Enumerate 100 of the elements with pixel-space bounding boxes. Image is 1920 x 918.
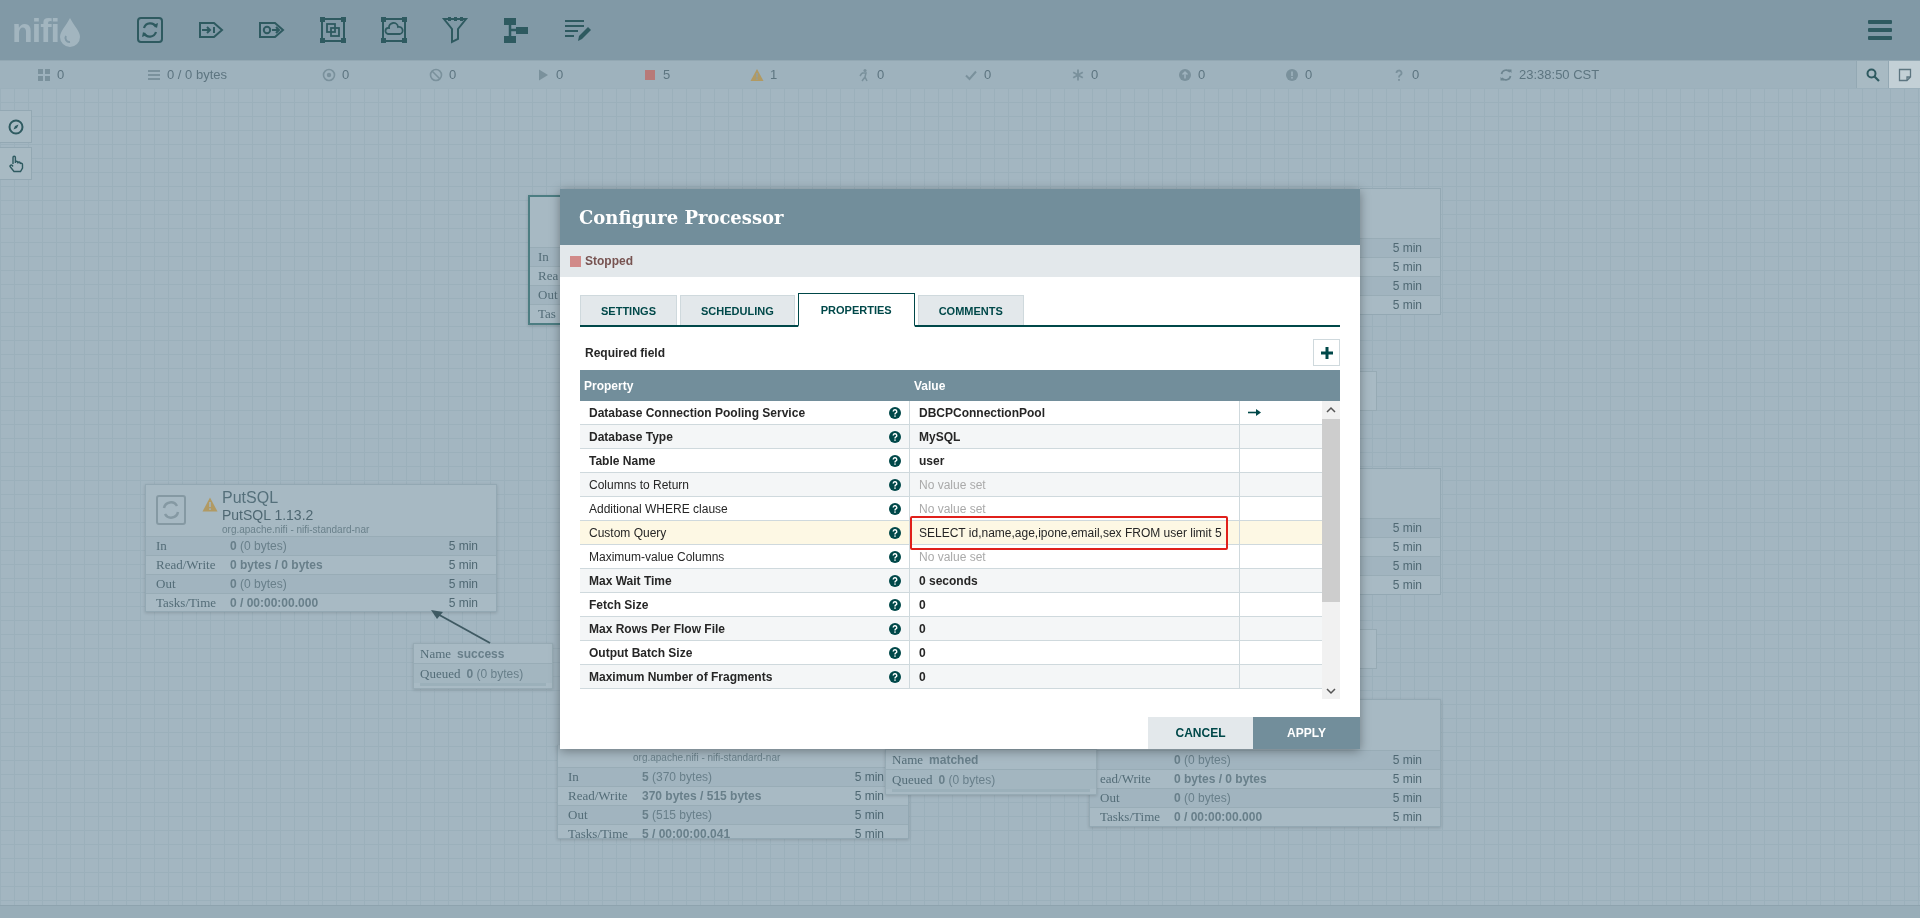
hand-pointer-icon (7, 154, 24, 173)
exclamation-circle-icon (1285, 67, 1299, 82)
stat-value: 5 (370 bytes) (642, 770, 714, 784)
property-value[interactable]: DBCPConnectionPool (919, 405, 1045, 420)
stat-window: 5 min (1392, 241, 1422, 255)
property-name: Maximum Number of Fragments (589, 669, 773, 684)
stat-label: Tas (538, 306, 557, 322)
remote-group-icon (379, 15, 409, 45)
help-icon[interactable] (889, 670, 901, 683)
chevron-down-icon[interactable] (1326, 687, 1336, 695)
queue-count: 0 (0 bytes) (938, 772, 996, 787)
status-count: 0 (449, 67, 457, 82)
operate-button[interactable] (0, 147, 32, 180)
help-icon[interactable] (889, 598, 901, 611)
property-value[interactable]: SELECT id,name,age,ipone,email,sex FROM user limit 5 (919, 525, 1222, 540)
stat-window: 5 min (1392, 772, 1422, 786)
stat-label: ead/Write (1100, 771, 1152, 787)
stat-value: 0 (0 bytes) (230, 577, 288, 591)
help-icon[interactable] (889, 526, 901, 539)
column-header: Property (583, 378, 635, 393)
table-row[interactable]: Columns to Return No value set (580, 473, 1322, 497)
help-icon[interactable] (889, 502, 901, 515)
help-icon[interactable] (889, 622, 901, 635)
stat-value: 370 bytes / 515 bytes (642, 789, 763, 803)
table-row[interactable]: Maximum Number of Fragments 0 (580, 665, 1322, 689)
connection-arrow[interactable] (431, 610, 491, 644)
table-row[interactable]: Fetch Size 0 (580, 593, 1322, 617)
table-row[interactable]: Max Rows Per Flow File 0 (580, 617, 1322, 641)
connection-name: success (457, 646, 505, 661)
help-icon[interactable] (889, 574, 901, 587)
property-value[interactable]: MySQL (919, 429, 961, 444)
property-value[interactable]: 0 (919, 669, 926, 684)
property-value[interactable]: 0 (919, 621, 926, 636)
status-count: 0 (1412, 67, 1420, 82)
table-row[interactable]: Table Name user (580, 449, 1322, 473)
compass-icon (7, 118, 24, 135)
queue-count: 0 (0 bytes) (466, 666, 524, 681)
warning-icon (750, 67, 764, 82)
arrow-icon[interactable] (1248, 409, 1261, 416)
stat-label: Out (568, 807, 589, 823)
help-icon[interactable] (889, 478, 901, 491)
status-count: 0 (1198, 67, 1206, 82)
stat-window: 5 min (854, 770, 884, 784)
property-name: Additional WHERE clause (589, 501, 728, 516)
add-property-button[interactable] (1313, 339, 1340, 366)
stat-label: Out (156, 576, 177, 592)
search-button[interactable] (1856, 60, 1888, 89)
property-value[interactable]: user (919, 453, 945, 468)
stat-window: 5 min (448, 577, 478, 591)
property-name: Columns to Return (589, 477, 690, 492)
stat-label: Tasks/Time (156, 595, 217, 611)
processor-icon (156, 495, 186, 525)
bulletin-button[interactable] (1888, 60, 1920, 89)
stat-label: Tasks/Time (1100, 809, 1161, 825)
last-refreshed-time: 23:38:50 CST (1519, 67, 1600, 82)
stat-value: 0 / 00:00:00.000 (1174, 810, 1264, 824)
help-icon[interactable] (889, 454, 901, 467)
property-name: Output Batch Size (589, 645, 693, 660)
play-icon (536, 67, 550, 82)
tab[interactable]: PROPERTIES (797, 293, 915, 327)
tab[interactable]: SCHEDULING (680, 295, 795, 325)
stat-value: 0 (0 bytes) (1174, 753, 1232, 767)
stat-window: 5 min (1392, 810, 1422, 824)
help-icon[interactable] (889, 646, 901, 659)
table-row[interactable]: Database Connection Pooling Service DBCPConnectionPool (580, 401, 1322, 425)
help-icon[interactable] (889, 406, 901, 419)
drop-icon (59, 17, 81, 47)
target-icon (322, 67, 336, 82)
stat-label: Out (538, 287, 559, 303)
scrollbar[interactable] (1322, 401, 1340, 699)
table-row[interactable]: Custom Query SELECT id,name,age,ipone,email,sex FROM user limit 5 (580, 521, 1322, 545)
property-value[interactable]: 0 (919, 597, 926, 612)
stat-window: 5 min (448, 596, 478, 610)
navigate-button[interactable] (0, 110, 32, 143)
template-icon (501, 15, 531, 45)
table-row[interactable]: Additional WHERE clause No value set (580, 497, 1322, 521)
property-value[interactable]: 0 (919, 645, 926, 660)
required-field-note: Required field (584, 345, 665, 360)
stat-value: 5 (515 bytes) (642, 808, 714, 822)
status-count: 1 (770, 67, 778, 82)
field-label: Queued (420, 665, 461, 682)
tab[interactable]: SETTINGS (580, 295, 677, 325)
table-row[interactable]: Maximum-value Columns No value set (580, 545, 1322, 569)
table-row[interactable]: Output Batch Size 0 (580, 641, 1322, 665)
help-icon[interactable] (889, 550, 901, 563)
process-group-icon (318, 15, 348, 45)
tab[interactable]: COMMENTS (917, 295, 1024, 325)
table-row[interactable]: Database Type MySQL (580, 425, 1322, 449)
cancel-button[interactable]: CANCEL (1148, 717, 1253, 749)
stat-window: 5 min (448, 539, 478, 553)
property-name: Table Name (589, 453, 656, 468)
property-value[interactable]: 0 seconds (919, 573, 978, 588)
connection-name: matched (929, 752, 979, 767)
chevron-up-icon[interactable] (1326, 406, 1336, 414)
stat-window: 5 min (1392, 260, 1422, 274)
table-row[interactable]: Max Wait Time 0 seconds (580, 569, 1322, 593)
help-icon[interactable] (889, 430, 901, 443)
status-count: 5 (663, 67, 671, 82)
stat-value: 5 / 00:00:00.041 (642, 827, 732, 838)
processor-icon (135, 15, 165, 45)
